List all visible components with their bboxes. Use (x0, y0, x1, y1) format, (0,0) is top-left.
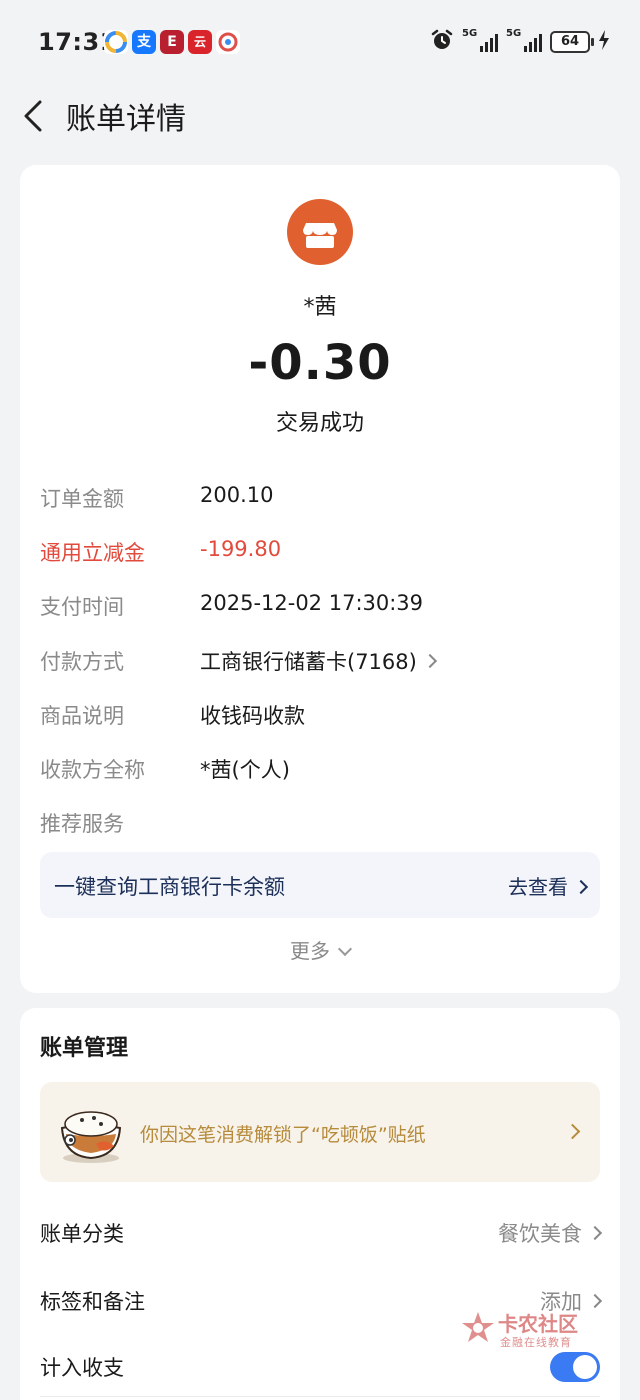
transaction-card: *茜 -0.30 交易成功 订单金额 200.10 通用立减金 -199.80 … (20, 165, 620, 993)
divider (40, 1396, 600, 1397)
watermark-subtitle: 金融在线教育 (500, 1336, 572, 1349)
bill-category-selector[interactable]: 餐饮美食 (498, 1218, 603, 1248)
camera-app-icon (216, 30, 240, 54)
page-title: 账单详情 (66, 102, 186, 137)
alarm-icon (430, 28, 454, 56)
merchant-name: *茜 (303, 295, 337, 320)
more-label: 更多 (290, 939, 330, 963)
chevron-right-icon (422, 653, 437, 669)
charging-bolt-icon (598, 29, 610, 55)
chevron-right-icon (564, 1123, 581, 1140)
tags-notes-label: 标签和备注 (40, 1290, 145, 1314)
recommend-service-text: 一键查询工商银行卡余额 (54, 875, 285, 899)
recommend-service-item[interactable]: 一键查询工商银行卡余额 去查看 (40, 852, 600, 918)
battery-icon: 64 (550, 31, 594, 53)
status-indicators: 5G 5G 64 (430, 28, 610, 56)
sticker-unlock-text: 你因这笔消费解锁了“吃顿饭”贴纸 (140, 1124, 426, 1146)
toggle-knob (573, 1355, 597, 1379)
section-title: 账单管理 (40, 1036, 129, 1061)
payment-method-link[interactable]: 工商银行储蓄卡(7168) (200, 646, 437, 676)
bill-category-label: 账单分类 (40, 1222, 124, 1246)
signal-icon: 5G (506, 28, 542, 54)
chevron-right-icon (587, 1225, 603, 1241)
count-in-balance-toggle[interactable] (550, 1352, 600, 1382)
network-type: 5G (462, 28, 478, 39)
star-logo-icon (462, 1312, 494, 1342)
alipay-icon: 支 (132, 30, 156, 54)
product-desc-label: 商品说明 (40, 704, 124, 728)
watermark-title: 卡农社区 (498, 1312, 578, 1336)
view-link-label: 去查看 (508, 875, 568, 899)
color-wheel-app-icon (104, 30, 128, 54)
pay-time-label: 支付时间 (40, 595, 124, 619)
view-link[interactable]: 去查看 (508, 871, 589, 900)
sticker-banner[interactable]: 你因这笔消费解锁了“吃顿饭”贴纸 (40, 1082, 600, 1182)
bill-category-value: 餐饮美食 (498, 1222, 582, 1246)
order-amount-value: 200.10 (200, 483, 274, 507)
unionpay-icon: E (160, 30, 184, 54)
pay-time-value: 2025-12-02 17:30:39 (200, 591, 424, 615)
more-button[interactable]: 更多 (20, 935, 620, 964)
payment-method-label: 付款方式 (40, 650, 124, 674)
order-amount-label: 订单金额 (40, 487, 124, 511)
transaction-amount: -0.30 (248, 335, 392, 391)
store-icon (287, 199, 353, 265)
status-bar: 17:31 支 E 云 5G 5G 64 (0, 0, 640, 86)
watermark-logo: 卡农社区 金融在线教育 (460, 1306, 590, 1352)
payee-label: 收款方全称 (40, 758, 145, 782)
signal-icon: 5G (462, 28, 498, 54)
chevron-left-icon (24, 100, 42, 132)
chevron-down-icon (337, 941, 353, 957)
count-in-balance-label: 计入收支 (40, 1356, 124, 1380)
payee-value: *茜(个人) (200, 758, 290, 782)
yunshanfu-icon: 云 (188, 30, 212, 54)
recommend-label: 推荐服务 (40, 812, 124, 836)
transaction-status: 交易成功 (275, 411, 364, 436)
back-button[interactable] (14, 90, 58, 142)
payment-method-value: 工商银行储蓄卡(7168) (200, 650, 417, 674)
chevron-right-icon (573, 879, 589, 894)
network-type: 5G (506, 28, 522, 39)
page-header: 账单详情 (0, 86, 640, 146)
chevron-right-icon (587, 1293, 603, 1309)
rice-bowl-sticker-icon (56, 1098, 126, 1166)
discount-label: 通用立减金 (40, 541, 145, 565)
discount-value: -199.80 (200, 537, 282, 561)
product-desc-value: 收钱码收款 (200, 704, 305, 728)
